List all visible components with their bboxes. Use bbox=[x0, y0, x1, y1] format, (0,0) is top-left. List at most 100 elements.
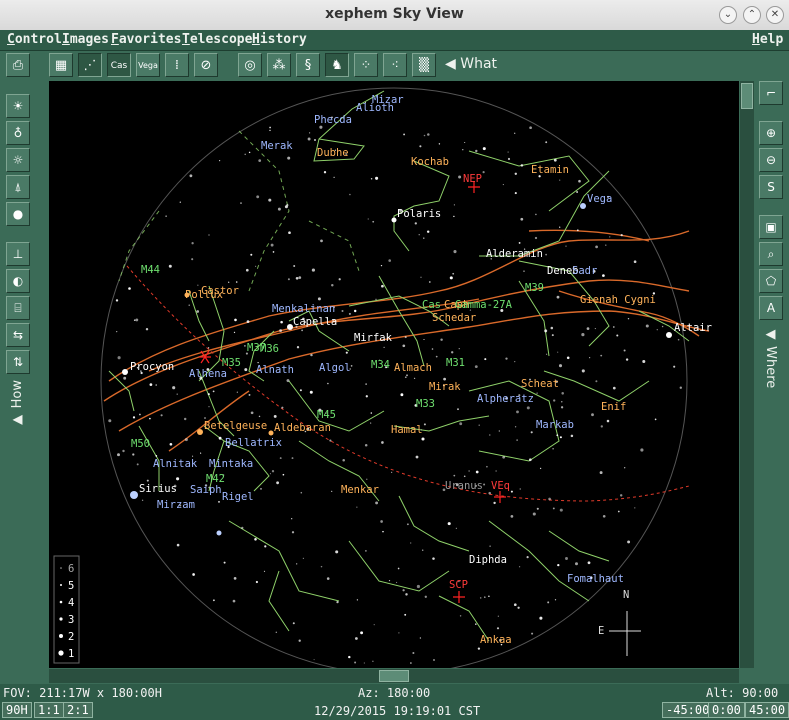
star-names-icon[interactable]: Vega bbox=[136, 53, 160, 77]
eclipse-icon[interactable]: ⊘ bbox=[194, 53, 218, 77]
zoom-in-icon[interactable]: ⊕ bbox=[759, 121, 783, 145]
bulb-icon[interactable]: ♁ bbox=[6, 121, 30, 145]
milkyway-dots-icon[interactable]: ⁂ bbox=[267, 53, 291, 77]
star bbox=[365, 395, 368, 398]
label-alpheratz: Alpheratz bbox=[477, 393, 534, 405]
star bbox=[405, 593, 408, 596]
star bbox=[612, 326, 615, 328]
shape-icon[interactable]: ⬠ bbox=[759, 269, 783, 293]
bulbs-icon[interactable]: ☼ bbox=[6, 148, 30, 172]
constellation-figure-icon[interactable]: ⋰ bbox=[78, 53, 102, 77]
star bbox=[557, 351, 559, 353]
star bbox=[317, 297, 321, 301]
star bbox=[551, 334, 554, 337]
minimize-icon[interactable]: ⌄ bbox=[719, 6, 737, 24]
star bbox=[415, 455, 419, 459]
star bbox=[464, 141, 466, 144]
bright-bulb-icon[interactable]: ☀ bbox=[6, 94, 30, 118]
star bbox=[280, 320, 283, 324]
label-altair: Altair bbox=[674, 322, 712, 334]
arrows-ud-icon[interactable]: ⇅ bbox=[6, 350, 30, 374]
maximize-icon[interactable]: ⌃ bbox=[743, 6, 761, 24]
fov-90h-button[interactable]: 90H bbox=[2, 702, 32, 718]
star bbox=[565, 245, 567, 247]
aspect-1-1-button[interactable]: 1:1 bbox=[34, 702, 64, 718]
menu-telescope[interactable]: Telescope bbox=[182, 32, 252, 47]
star bbox=[309, 390, 313, 394]
horse-head-icon[interactable]: ♞ bbox=[325, 53, 349, 77]
label-alioth: Alioth bbox=[356, 102, 394, 114]
arrows-lr-icon[interactable]: ⇆ bbox=[6, 323, 30, 347]
menu-images[interactable]: Images bbox=[62, 32, 109, 47]
target-icon[interactable]: ◎ bbox=[238, 53, 262, 77]
star bbox=[348, 655, 351, 659]
grid-icon[interactable]: ▦ bbox=[49, 53, 73, 77]
star bbox=[458, 175, 462, 179]
close-icon[interactable]: ✕ bbox=[766, 6, 784, 24]
constellation-names-icon[interactable]: Cas bbox=[107, 53, 131, 77]
scatter-icon[interactable]: ⁖ bbox=[383, 53, 407, 77]
aspect-2-1-button[interactable]: 2:1 bbox=[63, 702, 93, 718]
sky-view-canvas[interactable]: Polaris Alderamin Deneb Capella Mirfak D… bbox=[49, 81, 739, 668]
cylinder-icon[interactable]: ⌸ bbox=[6, 296, 30, 320]
star bbox=[184, 438, 188, 442]
star bbox=[581, 333, 585, 337]
star bbox=[273, 414, 277, 418]
star bbox=[514, 172, 517, 175]
field-stars-icon[interactable]: ▒ bbox=[412, 53, 436, 77]
a-marker-icon[interactable]: A bbox=[759, 296, 783, 320]
star bbox=[673, 365, 676, 368]
star bbox=[410, 542, 412, 544]
star bbox=[565, 557, 568, 560]
sky-patch-icon[interactable]: ▣ bbox=[759, 215, 783, 239]
menu-history[interactable]: History bbox=[252, 32, 307, 47]
star bbox=[595, 245, 598, 249]
star bbox=[132, 453, 135, 456]
horizontal-scroll-thumb[interactable] bbox=[379, 670, 409, 682]
star bbox=[421, 437, 425, 441]
sky-corner-icon[interactable]: ⌐ bbox=[759, 81, 783, 105]
where-toggle[interactable]: ◀ Where bbox=[763, 327, 778, 388]
star bbox=[250, 253, 253, 256]
star bbox=[323, 171, 327, 174]
sky-map[interactable]: Polaris Alderamin Deneb Capella Mirfak D… bbox=[49, 81, 739, 668]
star bbox=[627, 540, 631, 544]
sphere-icon[interactable]: ● bbox=[6, 202, 30, 226]
vertical-scrollbar[interactable] bbox=[740, 81, 754, 668]
what-toggle[interactable]: ◀ What bbox=[445, 56, 497, 72]
vertical-scroll-thumb[interactable] bbox=[741, 83, 753, 109]
axes-icon[interactable]: ⊥ bbox=[6, 242, 30, 266]
star bbox=[519, 488, 521, 490]
alt-0-button[interactable]: 0:00 bbox=[708, 702, 745, 718]
magnitude-icon[interactable]: ⁞ bbox=[165, 53, 189, 77]
star bbox=[420, 276, 422, 278]
cluster-icon[interactable]: ⁘ bbox=[354, 53, 378, 77]
zoom-s-icon[interactable]: S bbox=[759, 175, 783, 199]
magnify-icon[interactable]: ⌕ bbox=[759, 242, 783, 266]
star bbox=[591, 413, 594, 417]
half-moon-icon[interactable]: ◐ bbox=[6, 269, 30, 293]
star bbox=[602, 514, 606, 518]
telescope-icon[interactable]: ⍋ bbox=[6, 175, 30, 199]
label-phecda: Phecda bbox=[314, 114, 352, 126]
camera-icon[interactable]: ⎙ bbox=[6, 53, 30, 77]
menu-favorites[interactable]: Favorites bbox=[111, 32, 181, 47]
zoom-out-icon[interactable]: ⊖ bbox=[759, 148, 783, 172]
menu-help[interactable]: Help bbox=[752, 32, 783, 47]
star bbox=[380, 264, 383, 267]
menu-control[interactable]: Control bbox=[7, 32, 62, 47]
how-toggle[interactable]: ▶ How bbox=[10, 380, 25, 428]
alt-minus45-button[interactable]: -45:00 bbox=[662, 702, 714, 718]
star bbox=[599, 471, 603, 475]
galaxy-icon[interactable]: § bbox=[296, 53, 320, 77]
alt-readout: Alt: 90:00 bbox=[706, 686, 779, 700]
star bbox=[307, 137, 311, 141]
star bbox=[160, 414, 163, 417]
star bbox=[462, 149, 464, 151]
star bbox=[642, 359, 646, 364]
star bbox=[291, 457, 294, 460]
star bbox=[600, 425, 603, 428]
star bbox=[609, 236, 611, 238]
alt-45-button[interactable]: 45:00 bbox=[745, 702, 789, 718]
horizontal-scrollbar[interactable] bbox=[49, 669, 739, 683]
